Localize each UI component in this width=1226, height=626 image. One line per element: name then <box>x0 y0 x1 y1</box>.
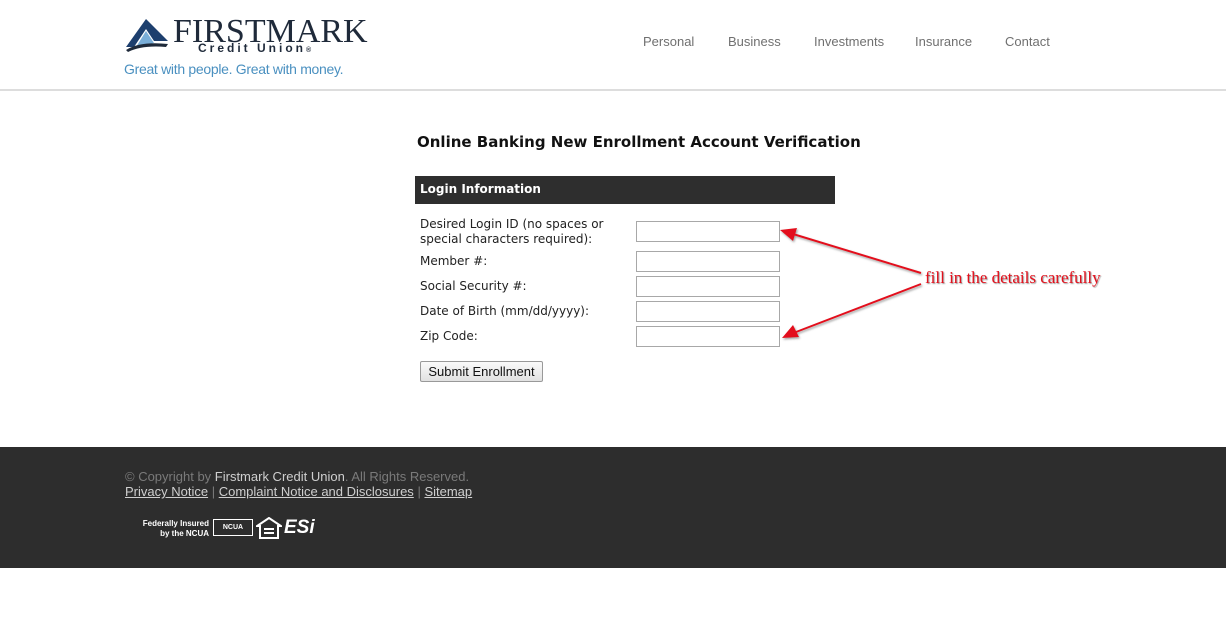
arrow-icon <box>780 228 922 338</box>
copyright-prefix: © Copyright by <box>125 469 215 484</box>
footer-links: Privacy Notice | Complaint Notice and Di… <box>125 484 472 499</box>
ncua-logo: NCUA <box>213 519 253 536</box>
separator: | <box>417 484 421 499</box>
fed-line2: by the NCUA <box>160 529 209 538</box>
sitemap-link[interactable]: Sitemap <box>424 484 472 499</box>
equal-housing-icon <box>256 517 282 539</box>
copyright-company: Firstmark Credit Union <box>214 469 345 484</box>
copyright-text: © Copyright by Firstmark Credit Union. A… <box>125 469 469 484</box>
separator: | <box>211 484 216 499</box>
complaint-notice-link[interactable]: Complaint Notice and Disclosures <box>219 484 414 499</box>
copyright-suffix: . All Rights Reserved. <box>344 469 470 484</box>
privacy-notice-link[interactable]: Privacy Notice <box>125 484 208 499</box>
federally-insured-badge: Federally Insured by the NCUA <box>127 519 209 539</box>
esi-logo: ESi <box>284 517 315 538</box>
site-footer: © Copyright by Firstmark Credit Union. A… <box>0 447 1226 568</box>
annotation-text: fill in the details carefully <box>925 268 1101 287</box>
fed-line1: Federally Insured <box>142 519 209 528</box>
